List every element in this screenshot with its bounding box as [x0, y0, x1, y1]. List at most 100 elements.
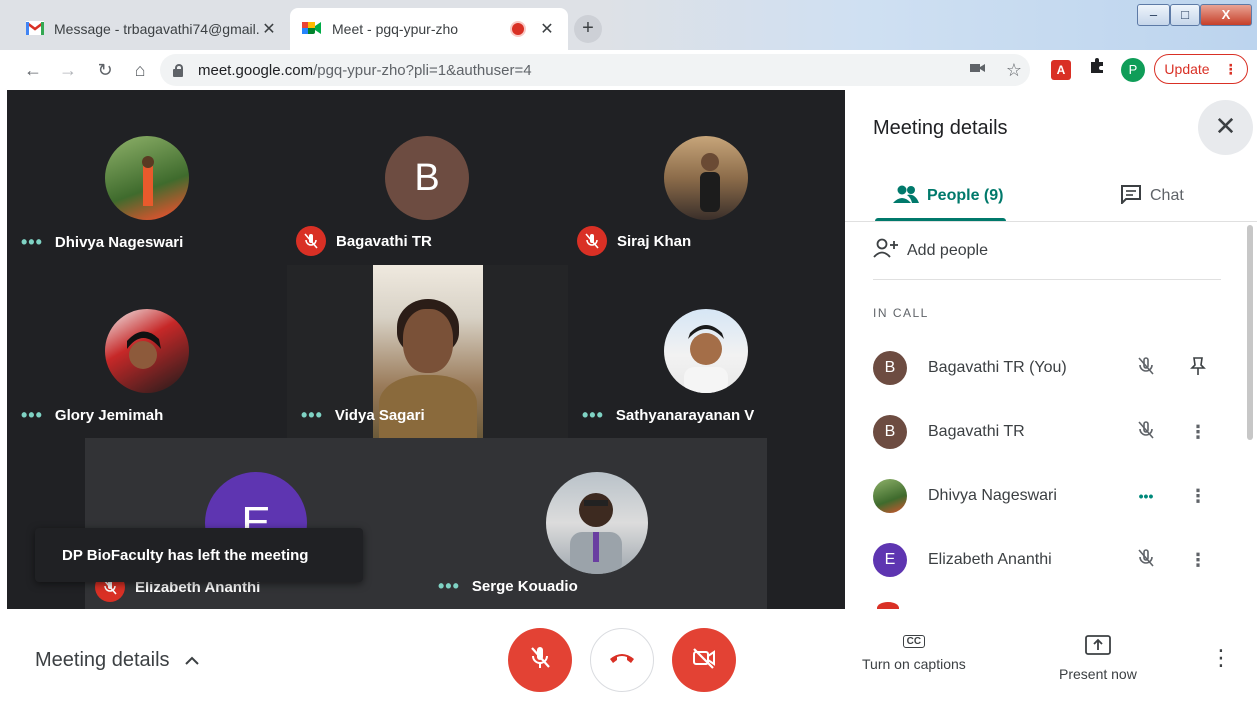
participant-tile[interactable]: Siraj Khan — [568, 90, 845, 265]
participant-nameplate: ••• Vidya Sagari — [301, 405, 425, 426]
mic-off-icon — [577, 226, 607, 256]
closed-captions-icon: CC — [902, 635, 926, 648]
pdf-extension-icon[interactable]: A — [1051, 60, 1071, 80]
pin-icon[interactable] — [1183, 356, 1213, 381]
address-bar[interactable]: meet.google.com/pgq-ypur-zho?pli=1&authu… — [160, 54, 1030, 86]
tab-gmail[interactable]: Message - trbagavathi74@gmail. ✕ — [14, 8, 290, 50]
meeting-details-button[interactable]: Meeting details — [35, 649, 200, 672]
participant-list-item[interactable]: B Bagavathi TR ⋮ — [873, 412, 1213, 452]
participant-name: Serge Kouadio — [471, 578, 578, 595]
participant-name: Sathyanarayanan V — [615, 407, 755, 424]
gmail-icon — [26, 20, 44, 38]
add-people-label: Add people — [907, 241, 988, 259]
camera-off-icon — [691, 647, 717, 674]
more-options-icon[interactable]: ⋮ — [1183, 486, 1213, 507]
participant-list-item[interactable]: E Elizabeth Ananthi ⋮ — [873, 540, 1213, 580]
speaking-dots-icon: ••• — [21, 405, 43, 425]
participant-list-item[interactable]: B Bagavathi TR (You) — [873, 348, 1213, 388]
divider — [845, 221, 1257, 222]
participant-tile[interactable]: ••• Serge Kouadio — [426, 438, 767, 609]
profile-avatar[interactable]: P — [1121, 58, 1145, 82]
panel-scrollbar[interactable] — [1247, 225, 1253, 440]
participant-name: Siraj Khan — [617, 232, 692, 250]
participant-tile[interactable]: E Elizabeth Ananthi — [85, 438, 426, 609]
tab-close-icon[interactable]: ✕ — [538, 19, 556, 39]
speaking-dots-icon: ••• — [21, 232, 43, 252]
window-close-button[interactable]: X — [1200, 4, 1252, 26]
add-people-button[interactable]: Add people — [873, 238, 988, 263]
partial-avatar — [877, 602, 899, 609]
participant-tile[interactable]: ••• Sathyanarayanan V — [568, 265, 845, 438]
update-button[interactable]: Update ⋮ — [1154, 54, 1248, 84]
call-controls-bar: Meeting details CC Turn on captions Pres… — [0, 609, 1257, 703]
participant-photo — [105, 136, 189, 220]
more-vert-icon: ⋮ — [1223, 60, 1238, 77]
avatar: B — [873, 351, 907, 385]
participant-photo — [664, 309, 748, 393]
home-icon[interactable]: ⌂ — [128, 58, 152, 82]
tab-people[interactable]: People (9) — [893, 180, 1003, 212]
microphone-toggle-button[interactable] — [508, 628, 572, 692]
tab-chat[interactable]: Chat — [1120, 180, 1184, 212]
in-call-heading: IN CALL — [873, 306, 929, 320]
participant-photo — [664, 136, 748, 220]
participant-video-tile[interactable]: ••• Vidya Sagari — [287, 265, 568, 438]
participant-name: Glory Jemimah — [54, 407, 164, 424]
reload-icon[interactable]: ↻ — [93, 58, 117, 82]
meeting-details-panel: Meeting details ✕ People (9) Chat Add pe… — [845, 90, 1257, 609]
close-panel-button[interactable]: ✕ — [1198, 100, 1253, 155]
present-now-label: Present now — [1059, 666, 1137, 682]
avatar: B — [873, 415, 907, 449]
browser-toolbar: ← → ↻ ⌂ meet.google.com/pgq-ypur-zho?pli… — [0, 50, 1257, 90]
bookmark-star-icon[interactable]: ☆ — [1002, 58, 1026, 82]
participant-row: E Elizabeth Ananthi ••• Serge Kouadio — [85, 438, 767, 609]
url-path: /pgq-ypur-zho?pli=1&authuser=4 — [313, 61, 532, 79]
participant-nameplate: Bagavathi TR — [296, 226, 432, 256]
tab-title: Meet - pgq-ypur-zho — [332, 21, 459, 37]
speaking-dots-icon: ••• — [1138, 488, 1154, 504]
tab-title: Message - trbagavathi74@gmail. — [54, 21, 260, 37]
extensions-puzzle-icon[interactable] — [1085, 58, 1109, 82]
participant-list-name: Elizabeth Ananthi — [928, 551, 1052, 568]
more-options-icon[interactable]: ⋮ — [1183, 550, 1213, 571]
mic-off-icon — [529, 645, 551, 676]
speaking-dots-icon: ••• — [438, 576, 460, 596]
avatar: E — [873, 543, 907, 577]
speaking-dots-icon: ••• — [301, 405, 323, 425]
mic-off-icon — [1131, 420, 1161, 445]
participant-list-item[interactable]: Dhivya Nageswari ••• ⋮ — [873, 476, 1213, 516]
more-options-icon[interactable]: ⋮ — [1210, 647, 1232, 669]
participant-name: Vidya Sagari — [334, 407, 425, 424]
tab-people-label: People (9) — [927, 187, 1004, 204]
avatar — [873, 479, 907, 513]
panel-title: Meeting details — [873, 117, 1008, 139]
participant-tile[interactable]: ••• Glory Jemimah — [7, 265, 287, 438]
camera-icon[interactable] — [966, 58, 990, 82]
back-arrow-icon[interactable]: ← — [21, 58, 45, 82]
tab-chat-label: Chat — [1150, 187, 1184, 204]
divider — [873, 279, 1221, 280]
chevron-up-icon — [184, 649, 200, 672]
participant-list-name: Bagavathi TR (You) — [928, 359, 1067, 376]
captions-button[interactable]: CC Turn on captions — [862, 635, 966, 672]
tab-close-icon[interactable]: ✕ — [260, 19, 278, 39]
browser-tab-strip: Message - trbagavathi74@gmail. ✕ Meet - … — [0, 0, 1257, 50]
participant-list-name: Bagavathi TR — [928, 423, 1025, 440]
new-tab-button[interactable]: + — [574, 15, 602, 43]
mic-off-icon — [1131, 548, 1161, 573]
participant-tile[interactable]: ••• Dhivya Nageswari — [7, 90, 287, 265]
camera-toggle-button[interactable] — [672, 628, 736, 692]
maximize-button[interactable]: □ — [1170, 4, 1200, 26]
more-options-icon[interactable]: ⋮ — [1183, 422, 1213, 443]
update-label: Update — [1164, 61, 1210, 77]
participant-nameplate: ••• Sathyanarayanan V — [582, 405, 754, 426]
participant-nameplate: ••• Serge Kouadio — [438, 576, 578, 597]
minimize-button[interactable]: – — [1137, 4, 1170, 26]
meet-icon — [302, 20, 322, 39]
leave-call-button[interactable] — [590, 628, 654, 692]
forward-arrow-icon[interactable]: → — [56, 58, 80, 82]
participant-tile[interactable]: B Bagavathi TR — [287, 90, 568, 265]
tab-meet[interactable]: Meet - pgq-ypur-zho ✕ — [290, 8, 568, 50]
present-now-button[interactable]: Present now — [1059, 635, 1137, 682]
recording-dot-icon — [512, 23, 524, 35]
